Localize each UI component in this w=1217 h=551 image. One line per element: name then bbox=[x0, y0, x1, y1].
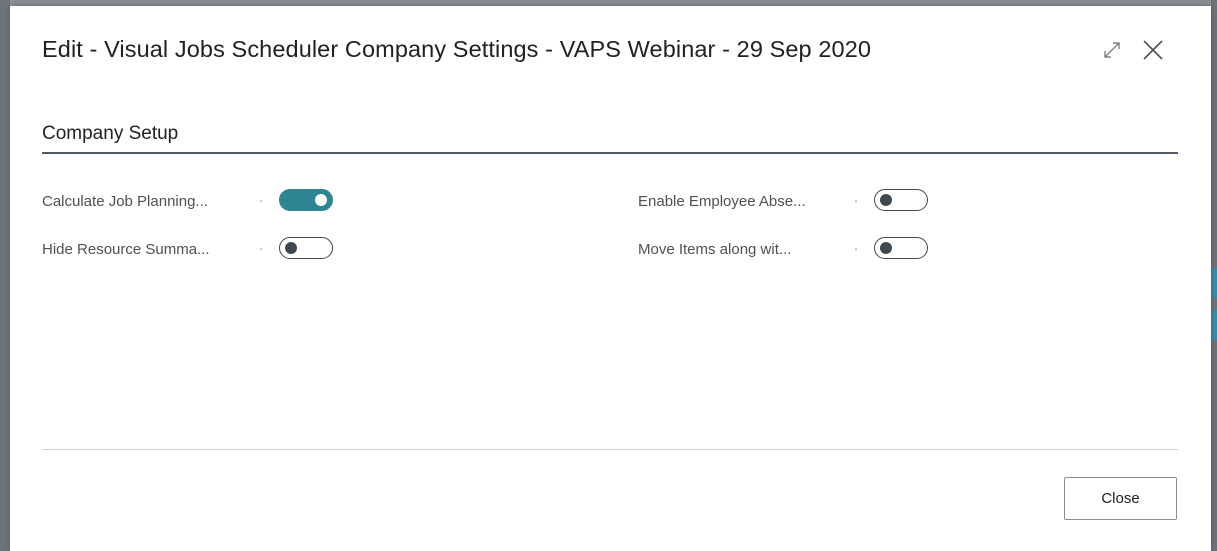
settings-dialog: Edit - Visual Jobs Scheduler Company Set… bbox=[10, 6, 1211, 551]
toggle-move-items-along[interactable] bbox=[874, 237, 928, 259]
toggle-hide-resource-summary[interactable] bbox=[279, 237, 333, 259]
close-button[interactable]: Close bbox=[1064, 477, 1177, 520]
field-label: Hide Resource Summa... bbox=[42, 240, 210, 258]
field-label: Calculate Job Planning... bbox=[42, 192, 208, 210]
background-accent bbox=[1211, 310, 1217, 340]
field-separator-dot bbox=[855, 200, 857, 202]
toggle-knob bbox=[285, 242, 297, 254]
field-enable-employee-absence: Enable Employee Abse... bbox=[638, 189, 806, 213]
background-left-edge bbox=[0, 0, 10, 551]
field-separator-dot bbox=[260, 200, 262, 202]
expand-button[interactable] bbox=[1098, 36, 1126, 64]
dialog-title: Edit - Visual Jobs Scheduler Company Set… bbox=[42, 36, 872, 62]
toggle-enable-employee-absence[interactable] bbox=[874, 189, 928, 211]
close-icon bbox=[1143, 40, 1163, 60]
field-hide-resource-summary: Hide Resource Summa... bbox=[42, 237, 210, 261]
background-accent bbox=[1211, 268, 1217, 298]
footer-divider bbox=[42, 449, 1178, 450]
toggle-calculate-job-planning[interactable] bbox=[279, 189, 333, 211]
section-title-company-setup: Company Setup bbox=[42, 123, 179, 144]
field-label: Enable Employee Abse... bbox=[638, 192, 806, 210]
field-label: Move Items along wit... bbox=[638, 240, 792, 258]
toggle-knob bbox=[315, 194, 327, 206]
toggle-knob bbox=[880, 194, 892, 206]
section-divider bbox=[42, 152, 1178, 154]
field-separator-dot bbox=[855, 248, 857, 250]
expand-icon bbox=[1104, 42, 1120, 58]
field-calculate-job-planning: Calculate Job Planning... bbox=[42, 189, 208, 213]
field-move-items-along: Move Items along wit... bbox=[638, 237, 791, 261]
close-dialog-button[interactable] bbox=[1139, 36, 1167, 64]
field-separator-dot bbox=[260, 248, 262, 250]
toggle-knob bbox=[880, 242, 892, 254]
